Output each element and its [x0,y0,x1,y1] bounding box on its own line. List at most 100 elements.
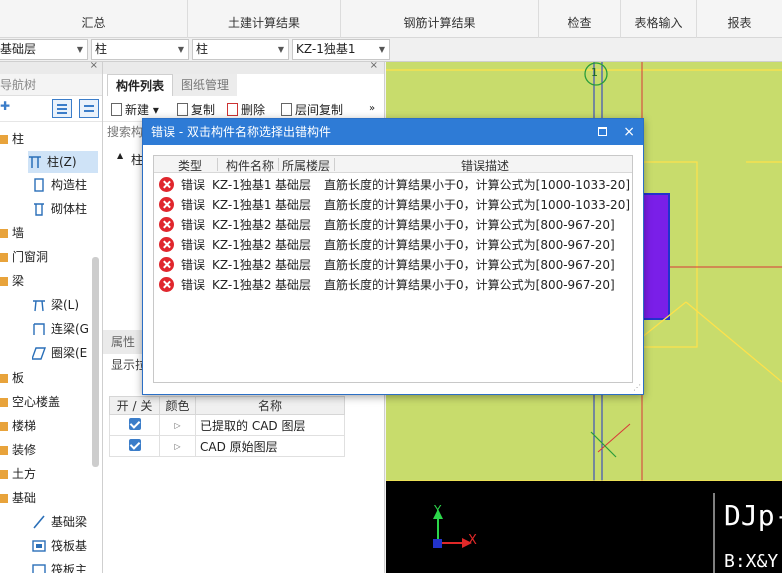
chevron-down-icon: ▼ [378,45,385,54]
error-name: KZ-1独基1 [212,198,272,212]
error-list: 类型 构件名称 所属楼层 错误描述 错误 KZ-1独基1 基础层 直筋长度的计算结果小… [153,155,633,383]
component-search-input[interactable]: 搜索构 [107,123,143,140]
floor-copy-icon [281,103,292,116]
tab-component-list[interactable]: 构件列表 [107,74,174,96]
nav-item-construction-column[interactable]: 构造柱 [32,174,87,196]
expand-arrow-icon[interactable]: ▷ [159,435,196,457]
layer-header-name: 名称 [195,396,345,415]
close-icon[interactable]: × [90,62,98,71]
copy-button[interactable]: 复制 [177,101,215,118]
ribbon-group-table-input[interactable]: 表格输入 [621,0,697,38]
nav-item-door-window[interactable]: 门窗洞 [0,246,48,268]
nav-item-wall[interactable]: 墙 [0,222,24,244]
detail-view-button[interactable] [79,99,99,118]
header-floor[interactable]: 所属楼层 [282,157,330,174]
type-select[interactable]: 柱 ▼ [192,39,289,60]
delete-button[interactable]: 删除 [227,101,265,118]
more-tools-button[interactable]: » [369,103,375,114]
component-select-value: KZ-1独基1 [296,42,356,56]
folder-icon [0,446,8,455]
ribbon-group-civil-results[interactable]: 土建计算结果 [188,0,341,38]
layer-visible-checkbox[interactable] [128,438,141,451]
layer-row[interactable]: ▷ 已提取的 CAD 图层 [109,414,345,436]
nav-item-foundation-beam[interactable]: 基础梁 [32,511,87,533]
nav-panel-header: × [0,62,102,74]
close-icon[interactable]: × [623,119,635,145]
folder-icon [0,135,8,144]
error-dialog-titlebar[interactable]: 错误 - 双击构件名称选择出错构件 × [143,119,643,145]
error-row[interactable]: 错误 KZ-1独基2 基础层 直筋长度的计算结果小于0，计算公式为[800-967-2… [154,255,632,275]
chevron-down-icon: ▼ [277,45,284,54]
navigation-tree-panel: × 导航树 ✚ 柱 柱(Z) 构造柱 砌体柱 墙 门窗洞 梁 梁(L) 连梁(G… [0,62,103,573]
category-select[interactable]: 柱 ▼ [91,39,189,60]
add-icon[interactable]: ✚ [0,99,10,113]
foundation-beam-icon [33,515,45,529]
header-desc[interactable]: 错误描述 [461,157,509,174]
nav-title: 导航树 [0,74,102,96]
tree-expand-icon[interactable]: ▲ [117,151,123,160]
error-name: KZ-1独基2 [212,258,272,272]
nav-item-column-group[interactable]: 柱 [0,128,24,150]
list-view-button[interactable] [52,99,72,118]
selector-bar: 基础层 ▼ 柱 ▼ 柱 ▼ KZ-1独基1 ▼ [0,38,782,62]
construction-column-icon [34,178,44,192]
header-name[interactable]: 构件名称 [226,157,274,174]
error-type: 错误 [181,198,206,212]
ribbon-group-headers: 汇总 土建计算结果 钢筋计算结果 检查 表格输入 报表 [0,0,782,38]
layer-visible-checkbox[interactable] [128,417,141,430]
nav-item-column[interactable]: 柱(Z) [28,151,98,173]
cad-text-label-2: B:X&Y [724,551,779,572]
floor-select-value: 基础层 [0,42,37,56]
folder-icon [0,494,8,503]
nav-item-hollow-floor[interactable]: 空心楼盖 [0,391,60,413]
nav-item-masonry-column[interactable]: 砌体柱 [32,198,87,220]
tab-drawing-management[interactable]: 图纸管理 [173,74,238,96]
error-row[interactable]: 错误 KZ-1独基1 基础层 直筋长度的计算结果小于0，计算公式为[1000-1033… [154,195,632,215]
ribbon-group-report[interactable]: 报表 [697,0,782,38]
nav-item-beam[interactable]: 梁(L) [32,294,79,316]
error-icon [159,237,174,252]
floor-copy-button[interactable]: 层间复制 [281,101,343,118]
component-select[interactable]: KZ-1独基1 ▼ [292,39,390,60]
error-name: KZ-1独基2 [212,238,272,252]
type-select-value: 柱 [196,42,209,56]
nav-item-link-beam[interactable]: 连梁(G [32,318,89,340]
layer-header-color: 颜色 [159,396,196,415]
error-type: 错误 [181,278,206,292]
error-floor: 基础层 [275,238,312,252]
nav-item-beam-group[interactable]: 梁 [0,270,24,292]
nav-item-earthwork[interactable]: 土方 [0,463,36,485]
error-row[interactable]: 错误 KZ-1独基1 基础层 直筋长度的计算结果小于0，计算公式为[1000-1033… [154,175,632,195]
nav-item-raft-main[interactable]: 筏板主 [32,559,87,573]
layer-row[interactable]: ▷ CAD 原始图层 [109,435,345,457]
nav-item-slab[interactable]: 板 [0,367,24,389]
nav-item-decoration[interactable]: 装修 [0,439,36,461]
ribbon-group-summary[interactable]: 汇总 [0,0,188,38]
maximize-icon[interactable] [598,127,607,136]
ribbon-group-rebar-results[interactable]: 钢筋计算结果 [341,0,539,38]
cad-black-area: Y X DJp- B:X&Y [386,481,782,573]
axis-x-label: X [468,533,477,548]
nav-scrollbar[interactable] [92,257,99,467]
error-name: KZ-1独基2 [212,218,272,232]
header-type[interactable]: 类型 [178,157,202,174]
nav-item-raft[interactable]: 筏板基 [32,535,87,557]
ucs-axis-icon [433,493,715,573]
error-type: 错误 [181,258,206,272]
new-button[interactable]: 新建 ▾ [111,101,159,118]
nav-item-foundation[interactable]: 基础 [0,487,36,509]
error-type: 错误 [181,178,206,192]
new-file-icon [111,103,122,116]
nav-item-stair[interactable]: 楼梯 [0,415,36,437]
error-row[interactable]: 错误 KZ-1独基2 基础层 直筋长度的计算结果小于0，计算公式为[800-967-2… [154,235,632,255]
nav-item-ring-beam[interactable]: 圈梁(E [32,342,87,364]
close-icon[interactable]: × [370,62,378,71]
error-row[interactable]: 错误 KZ-1独基2 基础层 直筋长度的计算结果小于0，计算公式为[800-967-2… [154,215,632,235]
error-floor: 基础层 [275,198,312,212]
error-row[interactable]: 错误 KZ-1独基2 基础层 直筋长度的计算结果小于0，计算公式为[800-967-2… [154,275,632,295]
ribbon-group-check[interactable]: 检查 [539,0,621,38]
expand-arrow-icon[interactable]: ▷ [159,414,196,436]
floor-select[interactable]: 基础层 ▼ [0,39,88,60]
resize-grip-icon[interactable]: ⋰ [633,383,641,392]
error-icon [159,197,174,212]
